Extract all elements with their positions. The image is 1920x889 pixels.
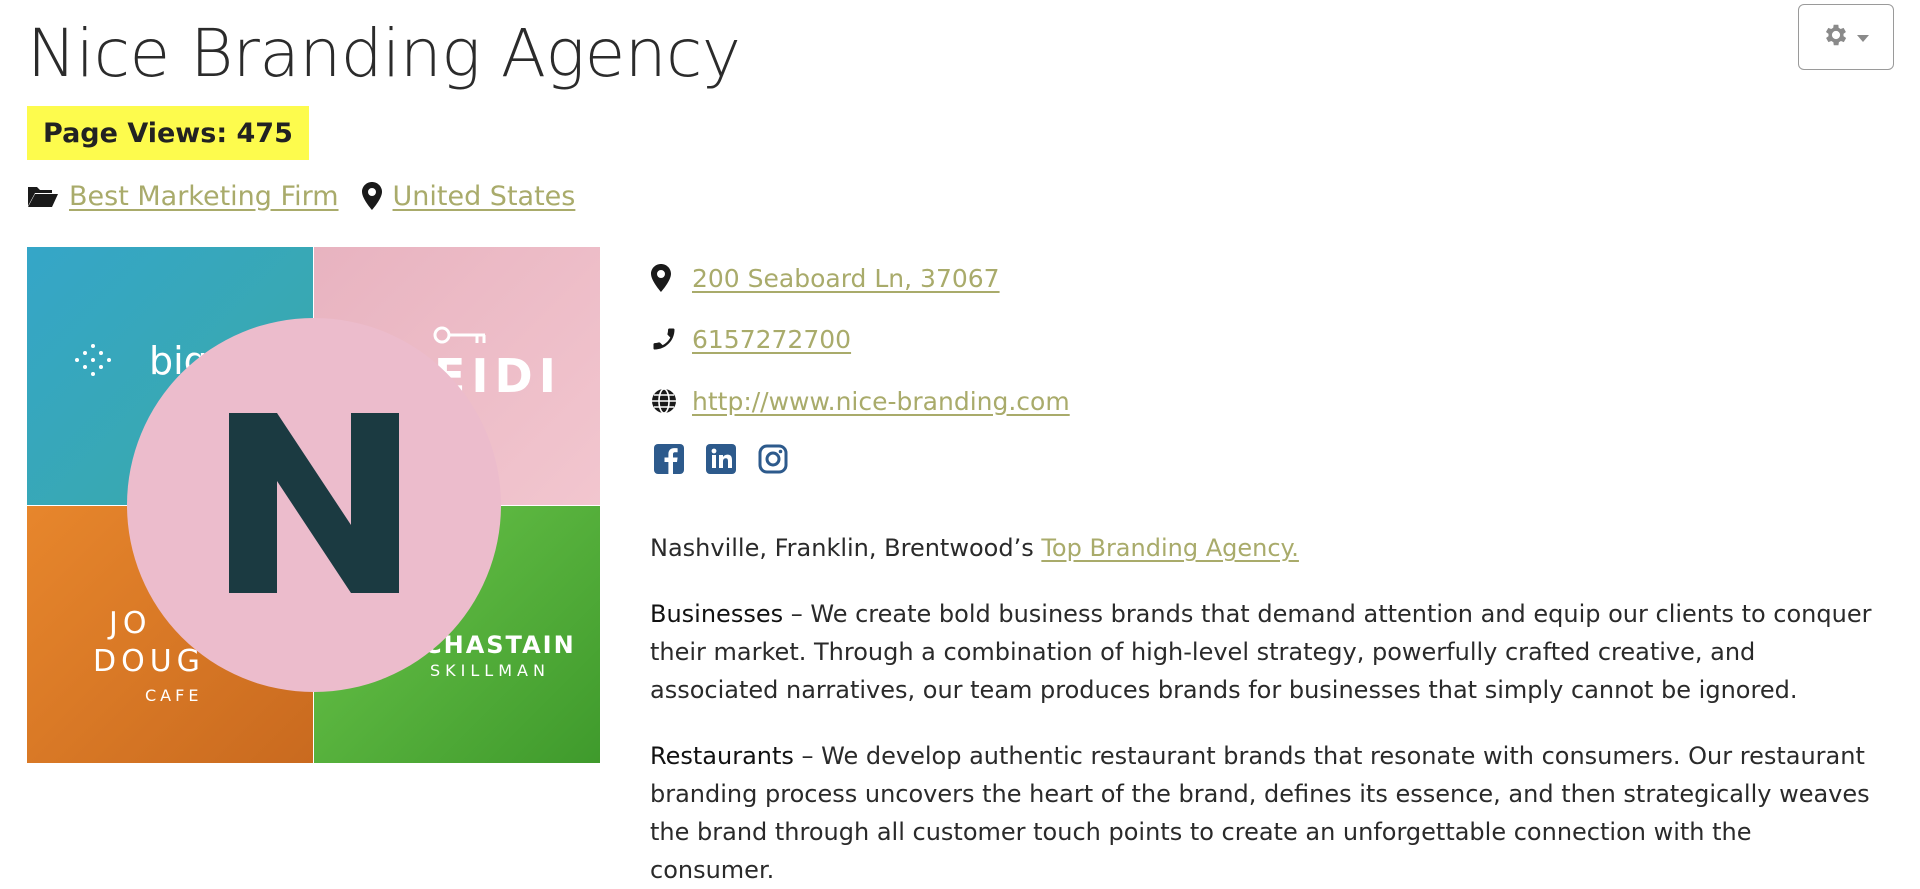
website-link[interactable]: http://www.nice-branding.com bbox=[692, 387, 1070, 416]
company-logo: big EIDI JO DOUG CAFE CHASTAIN SKILLMAN bbox=[27, 247, 600, 763]
listing-meta: Best Marketing Firm United States bbox=[27, 176, 575, 216]
restaurants-text: – We develop authentic restaurant brands… bbox=[650, 742, 1870, 884]
gear-icon bbox=[1822, 21, 1850, 53]
address-row: 200 Seaboard Ln, 37067 bbox=[650, 258, 1000, 298]
caret-down-icon bbox=[1856, 28, 1870, 47]
intro-text: Nashville, Franklin, Brentwood’s bbox=[650, 534, 1042, 562]
businesses-text: – We create bold business brands that de… bbox=[650, 600, 1872, 704]
website-row: http://www.nice-branding.com bbox=[650, 381, 1070, 421]
tile-text-skillman: SKILLMAN bbox=[430, 661, 550, 680]
phone-icon bbox=[650, 325, 684, 353]
logo-circle bbox=[127, 318, 501, 692]
key-icon bbox=[432, 325, 488, 351]
category-link[interactable]: Best Marketing Firm bbox=[69, 181, 339, 212]
restaurants-paragraph: Restaurants – We develop authentic resta… bbox=[650, 737, 1880, 889]
tile-text-dough: DOUG bbox=[93, 644, 205, 679]
tile-text-jo: JO bbox=[109, 606, 152, 641]
page-views-badge: Page Views: 475 bbox=[27, 106, 309, 160]
phone-row: 6157272700 bbox=[650, 319, 851, 359]
businesses-paragraph: Businesses – We create bold business bra… bbox=[650, 595, 1880, 709]
settings-dropdown-button[interactable] bbox=[1798, 4, 1894, 70]
instagram-icon[interactable] bbox=[756, 442, 790, 476]
phone-link[interactable]: 6157272700 bbox=[692, 325, 851, 354]
intro-paragraph: Nashville, Franklin, Brentwood’s Top Bra… bbox=[650, 529, 1880, 567]
page-title: Nice Branding Agency bbox=[27, 15, 741, 92]
businesses-label: Businesses bbox=[650, 600, 784, 628]
top-branding-link[interactable]: Top Branding Agency. bbox=[1041, 534, 1299, 562]
logo-letter-n bbox=[229, 413, 399, 597]
social-links bbox=[652, 442, 790, 476]
address-link[interactable]: 200 Seaboard Ln, 37067 bbox=[692, 264, 1000, 293]
folder-open-icon bbox=[27, 184, 59, 208]
globe-icon bbox=[650, 387, 684, 415]
restaurants-label: Restaurants bbox=[650, 742, 794, 770]
linkedin-icon[interactable] bbox=[704, 442, 738, 476]
map-marker-icon bbox=[650, 263, 684, 293]
facebook-icon[interactable] bbox=[652, 442, 686, 476]
tile-mark-icon bbox=[71, 335, 117, 389]
tile-text-cafe: CAFE bbox=[145, 686, 203, 705]
country-link[interactable]: United States bbox=[393, 181, 576, 212]
map-marker-icon bbox=[361, 181, 383, 211]
